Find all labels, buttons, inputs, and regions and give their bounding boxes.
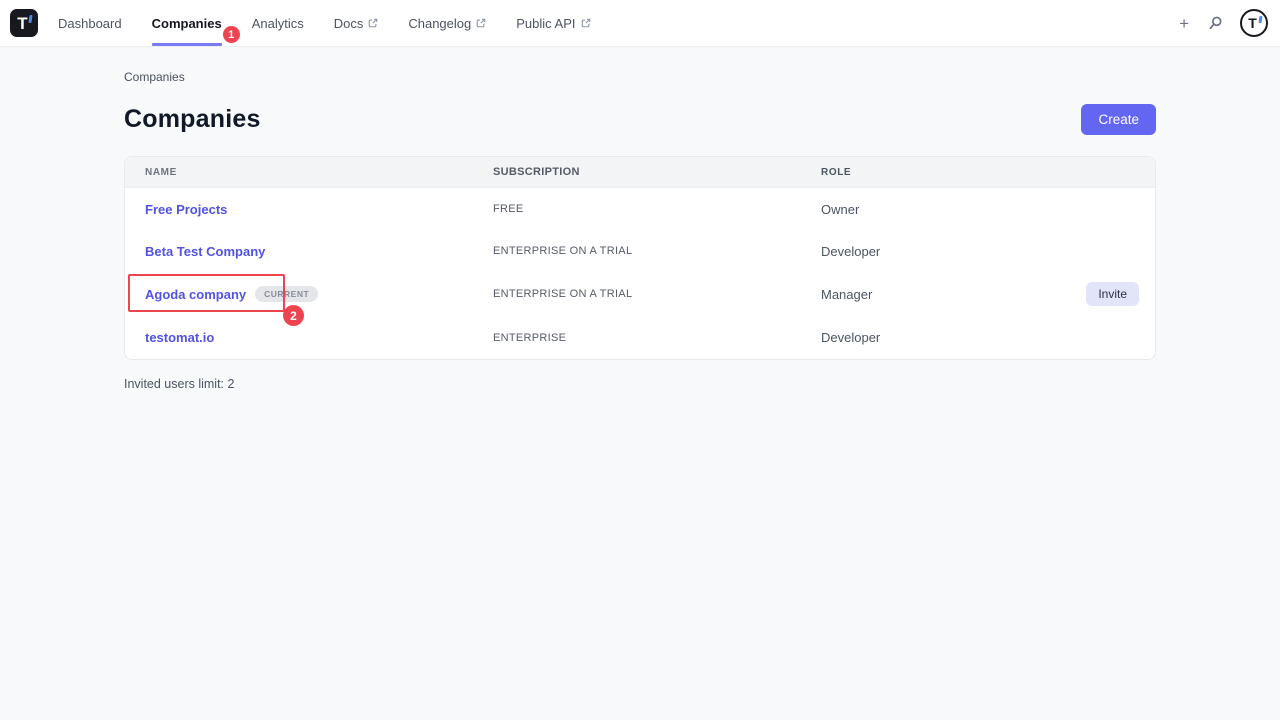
avatar-letter: T [1248,16,1257,30]
annotation-step-1-badge: 1 [223,26,240,43]
company-link[interactable]: testomat.io [145,330,214,345]
top-navbar: T Dashboard Companies 1 Analytics Docs C… [0,0,1280,47]
invited-users-limit-note: Invited users limit: 2 [124,377,1156,391]
table-header-row: NAME SUBSCRIPTION ROLE [125,157,1155,188]
table-row: Beta Test Company ENTERPRISE ON A TRIAL … [125,230,1155,272]
nav-label: Changelog [408,16,471,31]
invite-button[interactable]: Invite [1086,282,1139,306]
company-link[interactable]: Free Projects [145,202,227,217]
role-cell: Owner [821,202,1059,217]
page-title: Companies [124,105,261,134]
nav-item-companies[interactable]: Companies 1 [152,0,222,46]
nav-item-analytics[interactable]: Analytics [252,0,304,46]
nav-item-docs[interactable]: Docs [334,0,379,46]
nav-label: Analytics [252,16,304,31]
nav-items: Dashboard Companies 1 Analytics Docs Cha… [58,0,621,46]
table-row: testomat.io ENTERPRISE Developer [125,316,1155,359]
role-cell: Manager [821,287,1059,302]
subscription-cell: ENTERPRISE [493,332,821,344]
nav-label: Companies [152,16,222,31]
subscription-cell: ENTERPRISE ON A TRIAL [493,245,821,257]
external-link-icon [368,18,378,28]
annotation-step-2-badge: 2 [283,305,304,326]
company-link[interactable]: Agoda company [145,287,246,302]
header-role: ROLE [821,167,1059,178]
subscription-cell: ENTERPRISE ON A TRIAL [493,288,821,300]
nav-label: Dashboard [58,16,122,31]
role-cell: Developer [821,244,1059,259]
role-cell: Developer [821,330,1059,345]
logo-accent [28,15,32,23]
nav-label: Docs [334,16,364,31]
nav-item-dashboard[interactable]: Dashboard [58,0,122,46]
main-content: Companies Companies Create NAME SUBSCRIP… [0,70,1280,391]
current-badge: CURRENT [255,286,318,303]
table-row: Free Projects FREE Owner [125,188,1155,230]
avatar-accent [1258,16,1261,23]
create-button[interactable]: Create [1081,104,1156,135]
table-row-current: Agoda company CURRENT ENTERPRISE ON A TR… [125,272,1155,316]
title-row: Companies Create [124,104,1156,135]
add-button[interactable]: + [1177,13,1191,34]
header-name: NAME [125,167,493,178]
company-link[interactable]: Beta Test Company [145,244,265,259]
companies-table: NAME SUBSCRIPTION ROLE Free Projects FRE… [124,156,1156,360]
app-logo[interactable]: T [10,9,38,37]
active-tab-underline [152,43,222,46]
logo-letter: T [17,15,27,32]
nav-item-changelog[interactable]: Changelog [408,0,486,46]
nav-item-public-api[interactable]: Public API [516,0,590,46]
account-avatar[interactable]: T [1240,9,1268,37]
header-subscription: SUBSCRIPTION [493,166,821,178]
search-icon[interactable] [1207,15,1224,32]
external-link-icon [476,18,486,28]
breadcrumb[interactable]: Companies [124,70,1156,84]
navbar-right: + T [1177,0,1268,46]
external-link-icon [581,18,591,28]
nav-label: Public API [516,16,575,31]
subscription-cell: FREE [493,203,821,215]
